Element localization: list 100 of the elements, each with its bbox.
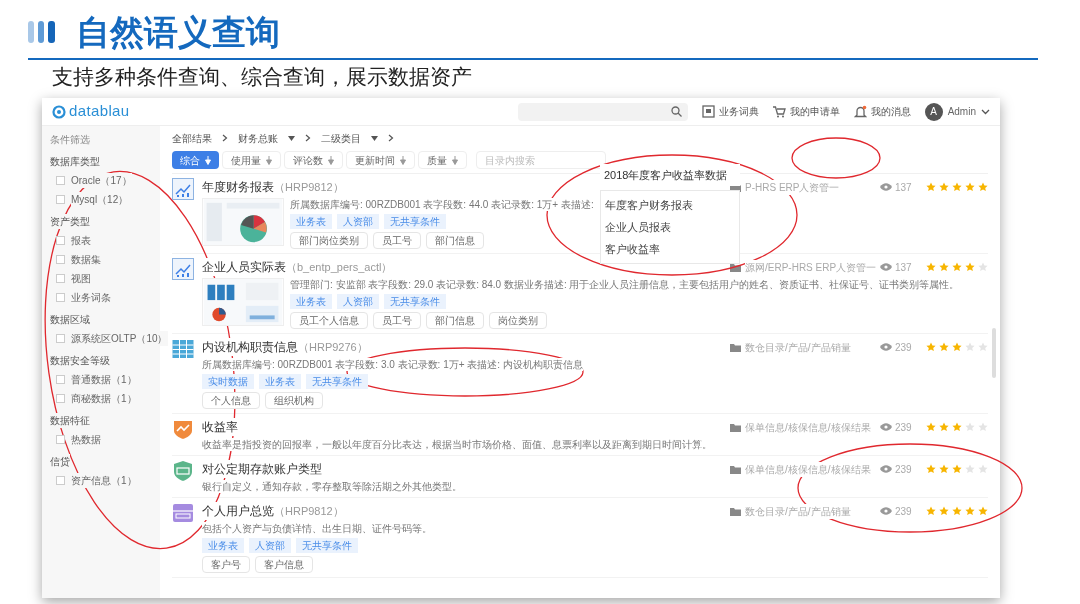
chevron-icon <box>305 134 311 142</box>
chart-report-icon <box>172 258 194 280</box>
filled-star-icon <box>926 182 936 192</box>
filter-option[interactable]: 视图 <box>71 271 91 286</box>
checkbox[interactable] <box>56 255 65 264</box>
slide-subtitle: 支持多种条件查询、综合查询，展示数据资产 <box>52 64 473 90</box>
tag: 业务表 <box>202 538 244 553</box>
result-title[interactable]: 收益率 <box>202 418 238 436</box>
user-avatar[interactable]: A <box>924 102 943 121</box>
tag: 人资部 <box>249 538 291 553</box>
search-icon <box>670 106 682 117</box>
catalog-path: 保单信息/核保信息/核保结果 <box>745 419 871 435</box>
result-description: 所属数据库编号: 00RZDB001 表字段数: 3.0 表记录数: 1万+ 表描述: 内设机构职责信息 <box>202 358 583 371</box>
sort-arrow-icon <box>328 155 334 165</box>
sort-tab[interactable]: 综合 <box>172 151 219 169</box>
user-name[interactable]: Admin <box>947 104 976 119</box>
checkbox[interactable] <box>56 334 65 343</box>
field-chip[interactable]: 员工个人信息 <box>290 312 368 329</box>
suggestion-item[interactable]: 年度客户财务报表 <box>605 195 735 215</box>
filter-group-label: 资产类型 <box>50 214 90 229</box>
suggestion-item[interactable]: 客户收益率 <box>605 239 735 259</box>
field-chip[interactable]: 个人信息 <box>202 392 260 409</box>
tag: 业务表 <box>290 294 332 309</box>
sort-tab[interactable]: 评论数 <box>284 151 343 169</box>
folder-icon <box>730 506 741 516</box>
chart-report-icon <box>172 178 194 200</box>
result-title[interactable]: 个人用户总览 <box>202 502 274 520</box>
field-chip[interactable]: 客户号 <box>202 556 250 573</box>
filled-star-icon <box>952 342 962 352</box>
field-chip[interactable]: 岗位类别 <box>489 312 547 329</box>
field-chip[interactable]: 部门信息 <box>426 312 484 329</box>
breadcrumb-link[interactable]: 全部结果 <box>172 130 212 146</box>
tag: 无共享条件 <box>306 374 368 389</box>
result-title[interactable]: 企业人员实际表 <box>202 258 286 276</box>
sort-tab[interactable]: 质量 <box>418 151 467 169</box>
catalog-search-field[interactable]: 目录内搜索 <box>476 151 606 169</box>
tag: 无共享条件 <box>384 294 446 309</box>
sort-tab[interactable]: 更新时间 <box>346 151 415 169</box>
filled-star-icon <box>952 464 962 474</box>
scrollbar-thumb[interactable] <box>992 328 996 378</box>
catalog-path: 数仓目录/产品/产品销量 <box>745 339 851 355</box>
field-chip[interactable]: 部门岗位类别 <box>290 232 368 249</box>
search-field[interactable] <box>517 102 688 121</box>
filled-star-icon <box>978 182 988 192</box>
suggestion-item[interactable]: 企业人员报表 <box>605 217 735 237</box>
field-chip[interactable]: 员工号 <box>373 312 421 329</box>
breadcrumb-link[interactable]: 财务总账 <box>238 130 278 146</box>
book-icon <box>701 105 715 118</box>
filled-star-icon <box>939 262 949 272</box>
eye-icon <box>880 465 892 473</box>
tag: 实时数据 <box>202 374 254 389</box>
result-title[interactable]: 对公定期存款账户类型 <box>202 460 322 478</box>
nav-link[interactable]: 我的申请单 <box>789 104 840 119</box>
checkbox[interactable] <box>56 435 65 444</box>
filter-option[interactable]: 业务词条 <box>71 290 111 305</box>
chevron-icon <box>388 134 394 142</box>
checkbox[interactable] <box>56 176 65 185</box>
filter-group-label: 数据区域 <box>50 312 90 327</box>
shield-icon <box>172 460 194 482</box>
chevron-icon <box>222 134 228 142</box>
filled-star-icon <box>965 182 975 192</box>
nav-link[interactable]: 业务词典 <box>718 104 759 119</box>
nav-link[interactable]: 我的消息 <box>870 104 911 119</box>
filled-star-icon <box>926 342 936 352</box>
field-chip[interactable]: 组织机构 <box>265 392 323 409</box>
folder-icon <box>730 422 741 432</box>
caret-icon <box>981 108 990 115</box>
checkbox[interactable] <box>56 293 65 302</box>
filter-option[interactable]: 源系统区OLTP（10） <box>71 331 168 346</box>
filter-option[interactable]: 报表 <box>71 233 91 248</box>
filter-group-label: 数据特征 <box>50 413 90 428</box>
sort-tab[interactable]: 使用量 <box>222 151 281 169</box>
sort-arrow-icon <box>400 155 406 165</box>
sidebar-title: 条件筛选 <box>50 132 90 147</box>
result-title[interactable]: 内设机构职责信息 <box>202 338 298 356</box>
result-title[interactable]: 年度财务报表 <box>202 178 274 196</box>
checkbox[interactable] <box>56 375 65 384</box>
field-chip[interactable]: 部门信息 <box>426 232 484 249</box>
filter-option[interactable]: 数据集 <box>71 252 101 267</box>
breadcrumb-link[interactable]: 二级类目 <box>321 130 361 146</box>
tag: 无共享条件 <box>296 538 358 553</box>
checkbox[interactable] <box>56 476 65 485</box>
checkbox[interactable] <box>56 195 65 204</box>
filled-star-icon <box>952 422 962 432</box>
logo-text: datablau <box>69 101 130 122</box>
field-chip[interactable]: 客户信息 <box>255 556 313 573</box>
checkbox[interactable] <box>56 274 65 283</box>
tag: 人资部 <box>337 214 379 229</box>
filter-option[interactable]: Oracle（17） <box>71 173 132 188</box>
filled-star-icon <box>952 506 962 516</box>
checkbox[interactable] <box>56 394 65 403</box>
filled-star-icon <box>952 182 962 192</box>
result-description: 所属数据库编号: 00RZDB001 表字段数: 44.0 表记录数: 1万+ 表描述: <box>290 198 594 211</box>
filled-star-icon <box>926 422 936 432</box>
sort-arrow-icon <box>266 155 272 165</box>
field-chip[interactable]: 员工号 <box>373 232 421 249</box>
eye-icon <box>880 263 892 271</box>
filter-option[interactable]: 热数据 <box>71 432 101 447</box>
checkbox[interactable] <box>56 236 65 245</box>
search-input-value[interactable]: 2018年度客户收益率数据 <box>600 164 740 186</box>
